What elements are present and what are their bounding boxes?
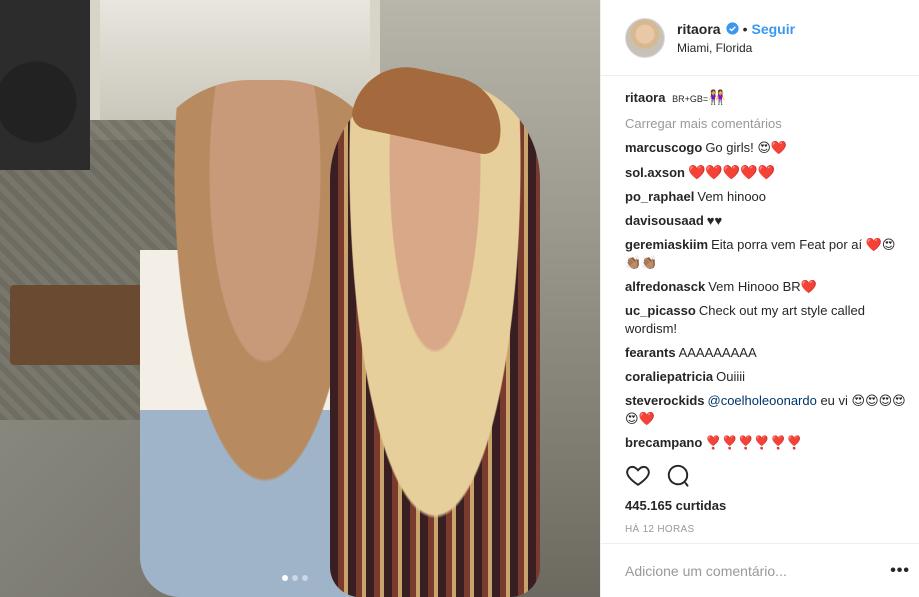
carousel-dot (282, 575, 288, 581)
comment-username[interactable]: coraliepatricia (625, 369, 713, 384)
carousel-indicator (282, 575, 308, 581)
comment-input[interactable] (625, 562, 865, 579)
comment-item: sol.axson ❤️❤️❤️❤️❤️ (625, 163, 910, 182)
studio-table (10, 285, 160, 365)
post-timestamp: HÁ 12 HORAS (625, 524, 695, 535)
comment-item: geremiaskiim Eita porra vem Feat por aí ❤… (625, 236, 910, 272)
comment-text: ❣️❣️❣️❣️❣️❣️ (705, 435, 803, 450)
comment-item: alfredonasck Vem Hinooo BR❤️ (625, 278, 910, 296)
comment-item: brecampano ❣️❣️❣️❣️❣️❣️ (625, 434, 910, 452)
comment-item: coraliepatricia Ouiiii (625, 368, 910, 386)
comment-username[interactable]: steverockids (625, 393, 705, 408)
more-options-button[interactable]: ••• (890, 562, 910, 580)
carousel-dot (292, 575, 298, 581)
comment-text: Ouiiii (716, 369, 746, 384)
header-info: ritaora • Seguir Miami, Florida (677, 21, 795, 55)
comment-text: Go girls! 😍❤️ (705, 140, 788, 155)
comment-username[interactable]: po_raphael (625, 189, 694, 204)
comment-item: fearants AAAAAAAAA (625, 344, 910, 362)
like-button[interactable] (625, 462, 651, 491)
follow-button[interactable]: Seguir (751, 21, 795, 37)
comments-list: ritaora BR+GB=👭 Carregar mais comentário… (601, 76, 919, 454)
microphone (0, 0, 90, 170)
comment-item: marcuscogo Go girls! 😍❤️ (625, 139, 910, 157)
comment-username[interactable]: geremiaskiim (625, 237, 708, 252)
comment-icon (667, 464, 689, 487)
comment-item: davisousaad ♥♥ (625, 212, 910, 230)
comment-username[interactable]: uc_picasso (625, 303, 696, 318)
comment-item: steverockids @coelholeoonardo eu vi 😍😍😍😍😍… (625, 392, 910, 428)
comment-button[interactable] (665, 462, 691, 491)
add-comment-bar: ••• (601, 543, 919, 597)
comment-item: uc_picasso Check out my art style called … (625, 302, 910, 338)
action-bar (625, 462, 691, 491)
comment-text: ♥♥ (706, 213, 723, 228)
post-header: ritaora • Seguir Miami, Florida (601, 0, 919, 76)
comment-item: po_raphael Vem hinooo (625, 188, 910, 206)
caption-username[interactable]: ritaora (625, 90, 665, 105)
caption-text: BR+GB= (672, 94, 709, 104)
username-link[interactable]: ritaora (677, 21, 721, 37)
comment-mention[interactable]: @coelholeoonardo (708, 393, 817, 408)
post-sidebar: ritaora • Seguir Miami, Florida ritaora … (600, 0, 919, 597)
comment-text: AAAAAAAAA (678, 345, 757, 360)
comment-username[interactable]: marcuscogo (625, 140, 702, 155)
person-right (330, 80, 540, 597)
couple-emoji: 👭 (708, 89, 726, 105)
location-link[interactable]: Miami, Florida (677, 41, 795, 55)
comment-username[interactable]: sol.axson (625, 165, 685, 180)
avatar[interactable] (625, 17, 665, 58)
comment-username[interactable]: brecampano (625, 435, 702, 450)
comment-username[interactable]: fearants (625, 345, 676, 360)
separator-dot: • (742, 20, 748, 37)
caption: ritaora BR+GB=👭 (625, 88, 910, 108)
comment-text: ❤️❤️❤️❤️❤️ (687, 164, 776, 180)
load-more-comments-button[interactable]: Carregar mais comentários (625, 116, 919, 131)
post-photo[interactable] (0, 0, 600, 597)
comment-text: Vem Hinooo BR❤️ (708, 279, 817, 294)
comment-username[interactable]: davisousaad (625, 213, 704, 228)
carousel-dot (302, 575, 308, 581)
heart-icon (626, 465, 650, 486)
likes-count[interactable]: 445.165 curtidas (625, 498, 726, 513)
comment-username[interactable]: alfredonasck (625, 279, 705, 294)
verified-icon (725, 22, 739, 35)
comment-text: Vem hinooo (697, 189, 767, 204)
